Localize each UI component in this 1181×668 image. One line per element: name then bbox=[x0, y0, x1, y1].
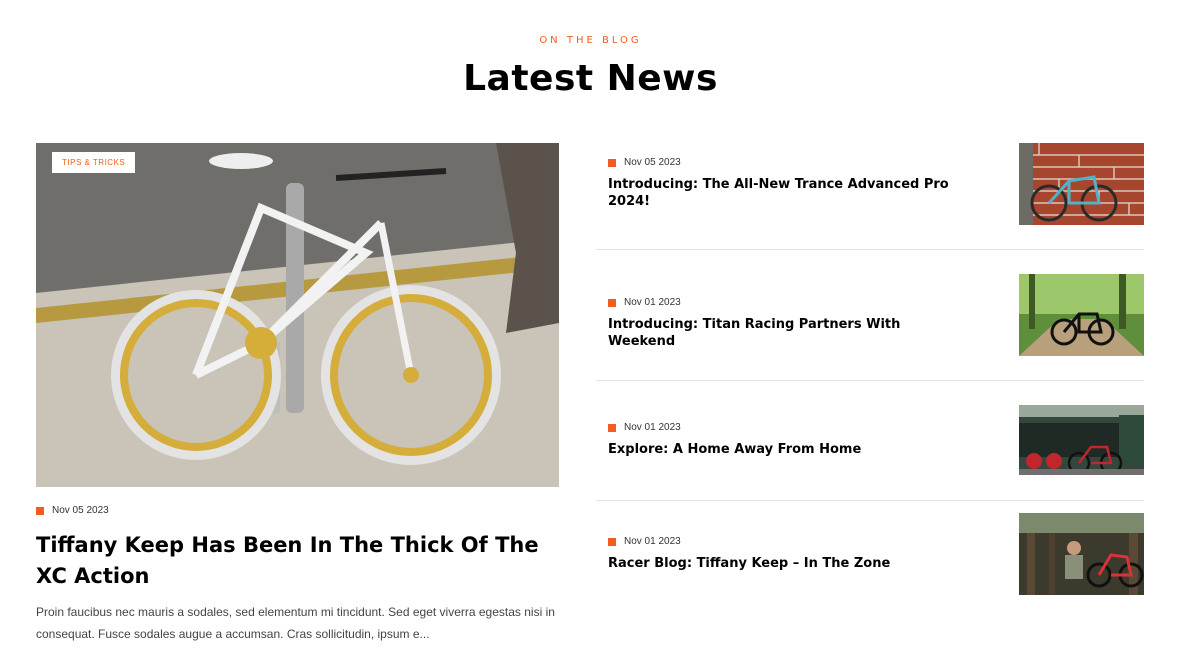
divider bbox=[596, 249, 1144, 250]
section-heading: Latest News bbox=[463, 58, 718, 99]
bike-against-brick-wall-photo bbox=[1019, 143, 1144, 225]
post-title[interactable]: Introducing: The All-New Trance Advanced… bbox=[608, 176, 968, 210]
date-marker-icon bbox=[608, 537, 616, 546]
post-title[interactable]: Introducing: Titan Racing Partners With … bbox=[608, 316, 968, 350]
post-meta: Nov 01 2023 bbox=[608, 297, 681, 308]
date-marker-icon bbox=[608, 423, 616, 432]
divider bbox=[596, 380, 1144, 381]
post-meta: Nov 01 2023 bbox=[608, 536, 681, 547]
blog-eyebrow: ON THE BLOG bbox=[539, 35, 642, 46]
post-date: Nov 01 2023 bbox=[624, 422, 681, 433]
post-date: Nov 01 2023 bbox=[624, 536, 681, 547]
date-marker-icon bbox=[36, 506, 44, 515]
featured-excerpt: Proin faucibus nec mauris a sodales, sed… bbox=[36, 605, 555, 641]
featured-title[interactable]: Tiffany Keep Has Been In The Thick Of Th… bbox=[36, 530, 556, 592]
featured-meta: Nov 05 2023 bbox=[36, 505, 109, 516]
post-date: Nov 05 2023 bbox=[624, 157, 681, 168]
post-title[interactable]: Racer Blog: Tiffany Keep – In The Zone bbox=[608, 555, 968, 572]
post-meta: Nov 05 2023 bbox=[608, 157, 681, 168]
post-title[interactable]: Explore: A Home Away From Home bbox=[608, 441, 968, 458]
bike-by-steam-train-photo bbox=[1019, 405, 1144, 475]
featured-image[interactable] bbox=[36, 143, 559, 487]
list-item: Nov 01 2023 Introducing: Titan Racing Pa… bbox=[596, 274, 1144, 356]
post-thumbnail[interactable] bbox=[1019, 513, 1144, 595]
divider bbox=[596, 500, 1144, 501]
list-item: Nov 01 2023 Explore: A Home Away From Ho… bbox=[596, 405, 1144, 475]
date-marker-icon bbox=[608, 158, 616, 167]
category-tag[interactable]: TIPS & TRICKS bbox=[52, 152, 136, 173]
featured-date: Nov 05 2023 bbox=[52, 505, 109, 516]
post-thumbnail[interactable] bbox=[1019, 405, 1144, 475]
post-meta: Nov 01 2023 bbox=[608, 422, 681, 433]
post-thumbnail[interactable] bbox=[1019, 274, 1144, 356]
list-item: Nov 05 2023 Introducing: The All-New Tra… bbox=[596, 143, 1144, 225]
bike-on-forest-trail-photo bbox=[1019, 274, 1144, 356]
post-date: Nov 01 2023 bbox=[624, 297, 681, 308]
post-thumbnail[interactable] bbox=[1019, 143, 1144, 225]
list-item: Nov 01 2023 Racer Blog: Tiffany Keep – I… bbox=[596, 513, 1144, 595]
date-marker-icon bbox=[608, 298, 616, 307]
rider-with-bike-in-woods-photo bbox=[1019, 513, 1144, 595]
white-gold-fixie-bike-photo bbox=[36, 143, 559, 487]
